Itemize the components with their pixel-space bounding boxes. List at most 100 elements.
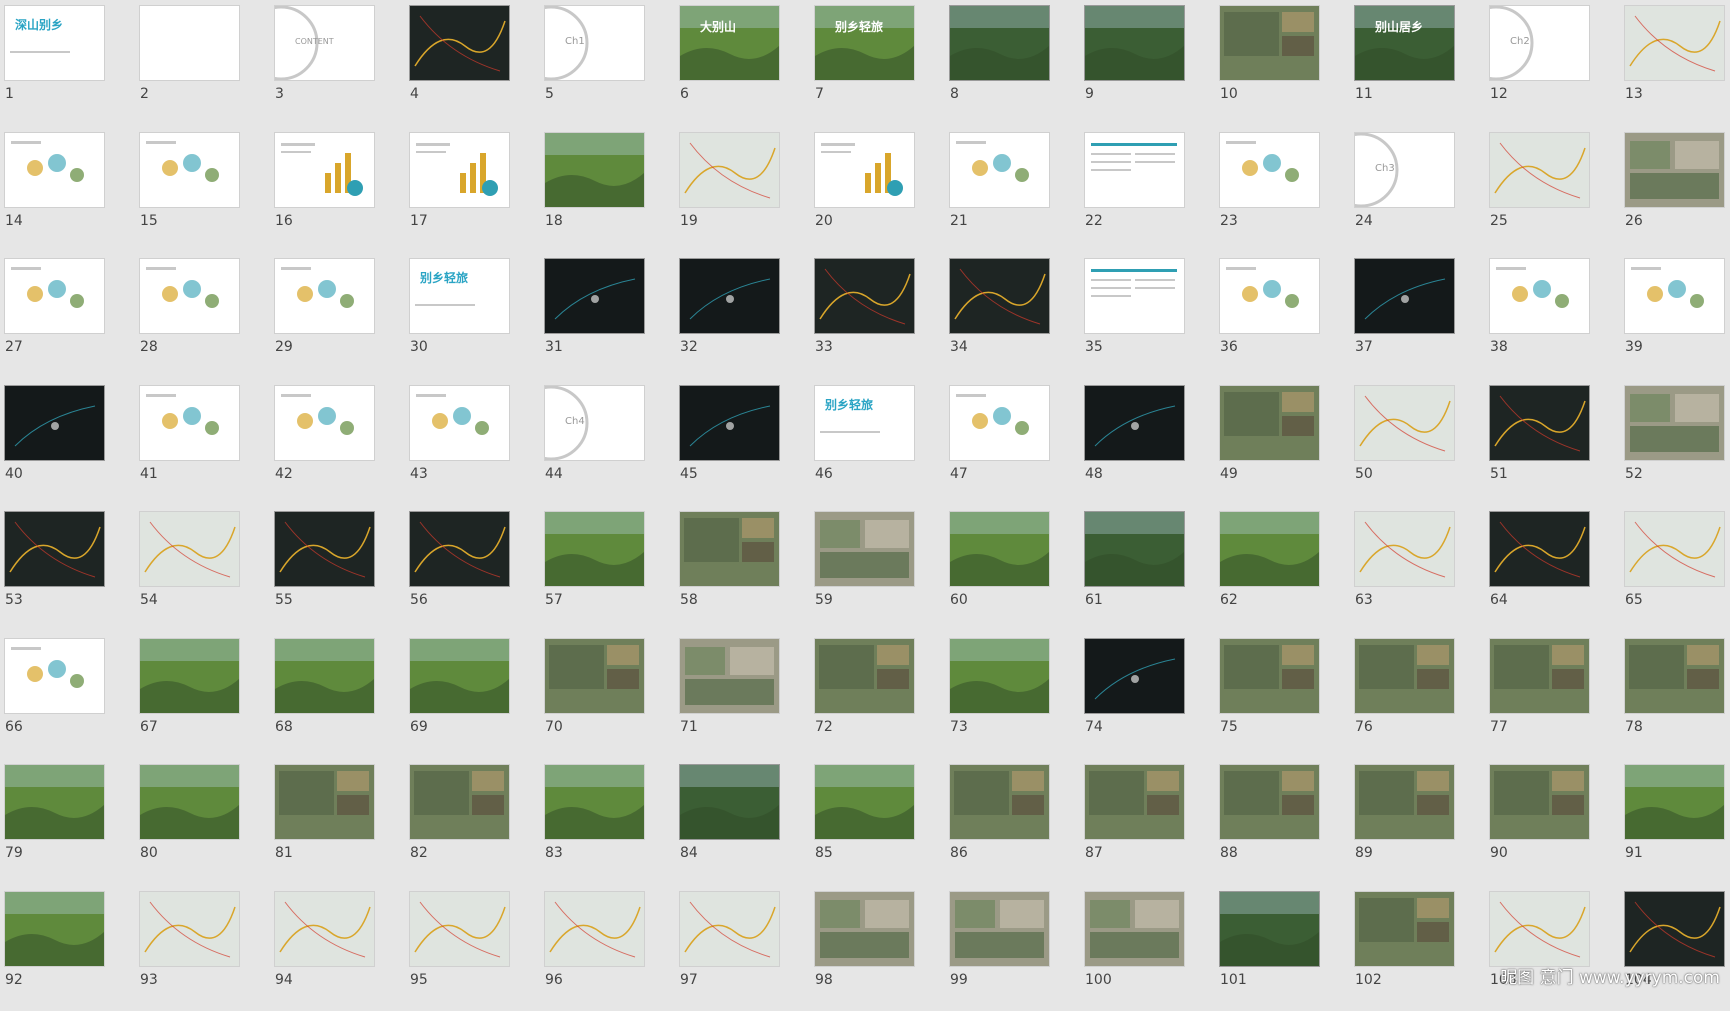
slide-thumbnail[interactable]: Ch2 12 [1485, 0, 1620, 125]
slide-thumbnail[interactable]: 28 [135, 253, 270, 378]
slide-thumbnail[interactable]: 93 [135, 886, 270, 1011]
slide-thumbnail[interactable]: 51 [1485, 380, 1620, 505]
slide-thumbnail[interactable]: Ch1 5 [540, 0, 675, 125]
slide-thumbnail[interactable]: 82 [405, 759, 540, 884]
slide-thumbnail[interactable]: 103 [1485, 886, 1620, 1011]
slide-thumbnail[interactable]: 98 [810, 886, 945, 1011]
slide-thumbnail[interactable]: 68 [270, 633, 405, 758]
slide-thumbnail[interactable]: 26 [1620, 127, 1730, 252]
slide-thumbnail[interactable]: 20 [810, 127, 945, 252]
slide-thumbnail[interactable]: 13 [1620, 0, 1730, 125]
slide-thumbnail[interactable]: 17 [405, 127, 540, 252]
slide-thumbnail[interactable]: 91 [1620, 759, 1730, 884]
slide-thumbnail[interactable]: 99 [945, 886, 1080, 1011]
slide-thumbnail[interactable]: 18 [540, 127, 675, 252]
slide-thumbnail[interactable]: 别乡轻旅 7 [810, 0, 945, 125]
slide-thumbnail[interactable]: 89 [1350, 759, 1485, 884]
slide-thumbnail[interactable]: 72 [810, 633, 945, 758]
slide-thumbnail[interactable]: 102 [1350, 886, 1485, 1011]
slide-thumbnail[interactable]: 101 [1215, 886, 1350, 1011]
slide-thumbnail[interactable]: 29 [270, 253, 405, 378]
slide-thumbnail[interactable]: 深山别乡 1 [0, 0, 135, 125]
slide-thumbnail[interactable]: 73 [945, 633, 1080, 758]
slide-thumbnail[interactable]: 84 [675, 759, 810, 884]
slide-thumbnail[interactable]: 100 [1080, 886, 1215, 1011]
slide-thumbnail[interactable]: 53 [0, 506, 135, 631]
slide-thumbnail[interactable]: 96 [540, 886, 675, 1011]
slide-thumbnail[interactable]: 4 [405, 0, 540, 125]
slide-thumbnail[interactable]: 31 [540, 253, 675, 378]
slide-thumbnail[interactable]: 60 [945, 506, 1080, 631]
slide-thumbnail[interactable]: 62 [1215, 506, 1350, 631]
slide-thumbnail[interactable]: 56 [405, 506, 540, 631]
slide-thumbnail[interactable]: 22 [1080, 127, 1215, 252]
slide-thumbnail[interactable]: 38 [1485, 253, 1620, 378]
slide-thumbnail[interactable]: 79 [0, 759, 135, 884]
slide-thumbnail[interactable]: 14 [0, 127, 135, 252]
slide-thumbnail[interactable]: 10 [1215, 0, 1350, 125]
slide-thumbnail[interactable]: 67 [135, 633, 270, 758]
slide-thumbnail[interactable]: 80 [135, 759, 270, 884]
slide-thumbnail[interactable]: 69 [405, 633, 540, 758]
slide-thumbnail[interactable]: 41 [135, 380, 270, 505]
slide-thumbnail[interactable]: 45 [675, 380, 810, 505]
slide-thumbnail[interactable]: 50 [1350, 380, 1485, 505]
slide-thumbnail[interactable]: 别乡轻旅 30 [405, 253, 540, 378]
slide-thumbnail[interactable]: 61 [1080, 506, 1215, 631]
slide-thumbnail[interactable]: 86 [945, 759, 1080, 884]
slide-thumbnail[interactable]: 58 [675, 506, 810, 631]
slide-thumbnail[interactable]: 9 [1080, 0, 1215, 125]
slide-thumbnail[interactable]: 94 [270, 886, 405, 1011]
slide-thumbnail[interactable]: 78 [1620, 633, 1730, 758]
slide-thumbnail[interactable]: 2 [135, 0, 270, 125]
slide-thumbnail[interactable]: 74 [1080, 633, 1215, 758]
slide-thumbnail[interactable]: 别山居乡 11 [1350, 0, 1485, 125]
slide-thumbnail[interactable]: 43 [405, 380, 540, 505]
slide-thumbnail[interactable]: 63 [1350, 506, 1485, 631]
slide-thumbnail[interactable]: 71 [675, 633, 810, 758]
slide-thumbnail[interactable]: 33 [810, 253, 945, 378]
slide-thumbnail[interactable]: 16 [270, 127, 405, 252]
slide-thumbnail[interactable]: 81 [270, 759, 405, 884]
slide-thumbnail[interactable]: 66 [0, 633, 135, 758]
slide-thumbnail[interactable]: 大别山 6 [675, 0, 810, 125]
slide-thumbnail[interactable]: 37 [1350, 253, 1485, 378]
slide-thumbnail[interactable]: 57 [540, 506, 675, 631]
slide-thumbnail[interactable]: 76 [1350, 633, 1485, 758]
slide-thumbnail[interactable]: 97 [675, 886, 810, 1011]
slide-thumbnail[interactable]: 77 [1485, 633, 1620, 758]
slide-thumbnail[interactable]: 75 [1215, 633, 1350, 758]
slide-thumbnail[interactable]: 35 [1080, 253, 1215, 378]
slide-thumbnail[interactable]: 47 [945, 380, 1080, 505]
slide-thumbnail[interactable]: 36 [1215, 253, 1350, 378]
slide-thumbnail[interactable]: 27 [0, 253, 135, 378]
slide-thumbnail[interactable]: 83 [540, 759, 675, 884]
slide-thumbnail[interactable]: Ch3 24 [1350, 127, 1485, 252]
slide-thumbnail[interactable]: 59 [810, 506, 945, 631]
slide-thumbnail[interactable]: 19 [675, 127, 810, 252]
slide-thumbnail[interactable]: 25 [1485, 127, 1620, 252]
slide-thumbnail[interactable]: 64 [1485, 506, 1620, 631]
slide-thumbnail[interactable]: 49 [1215, 380, 1350, 505]
slide-thumbnail[interactable]: 70 [540, 633, 675, 758]
slide-thumbnail[interactable]: 23 [1215, 127, 1350, 252]
slide-thumbnail[interactable]: 87 [1080, 759, 1215, 884]
slide-thumbnail[interactable]: Ch4 44 [540, 380, 675, 505]
slide-thumbnail[interactable]: 55 [270, 506, 405, 631]
slide-thumbnail[interactable]: 65 [1620, 506, 1730, 631]
slide-thumbnail[interactable]: 8 [945, 0, 1080, 125]
slide-thumbnail[interactable]: 90 [1485, 759, 1620, 884]
slide-thumbnail[interactable]: 48 [1080, 380, 1215, 505]
slide-thumbnail[interactable]: 85 [810, 759, 945, 884]
slide-thumbnail[interactable]: 88 [1215, 759, 1350, 884]
slide-thumbnail[interactable]: 95 [405, 886, 540, 1011]
slide-thumbnail[interactable]: 52 [1620, 380, 1730, 505]
slide-thumbnail[interactable]: CONTENT 3 [270, 0, 405, 125]
slide-thumbnail[interactable]: 34 [945, 253, 1080, 378]
slide-thumbnail[interactable]: 15 [135, 127, 270, 252]
slide-thumbnail[interactable]: 别乡轻旅 46 [810, 380, 945, 505]
slide-thumbnail[interactable]: 92 [0, 886, 135, 1011]
slide-thumbnail[interactable]: 42 [270, 380, 405, 505]
slide-thumbnail[interactable]: 32 [675, 253, 810, 378]
slide-thumbnail[interactable]: 40 [0, 380, 135, 505]
